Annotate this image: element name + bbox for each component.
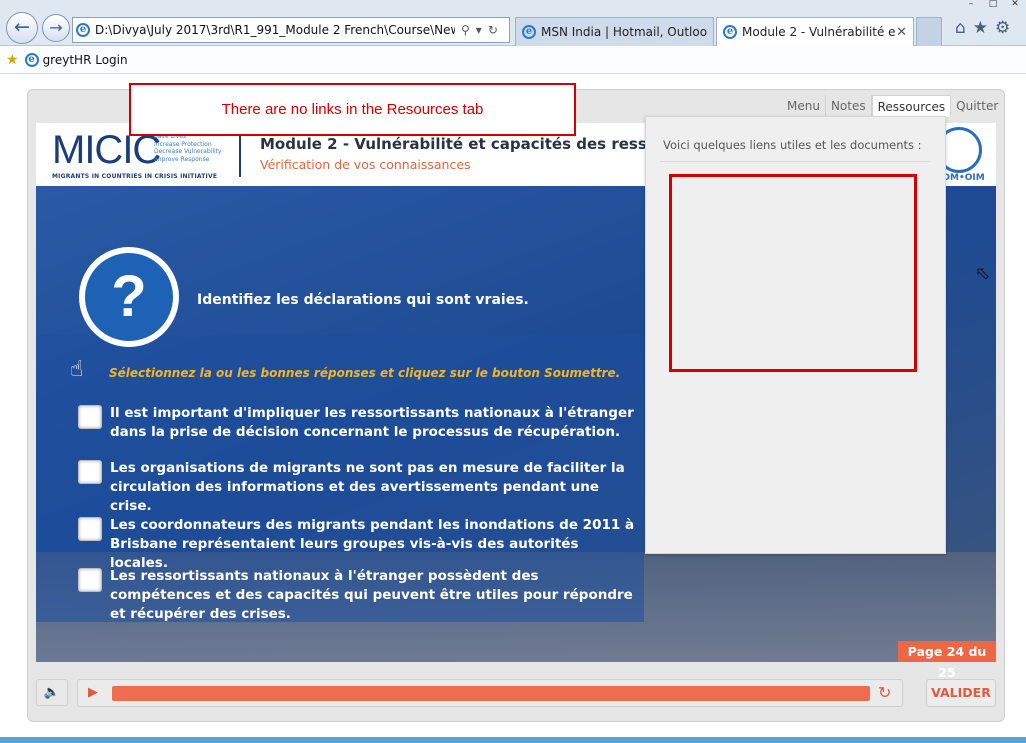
replay-icon[interactable]: ↻ [878, 683, 891, 702]
empty-links-highlight [669, 174, 917, 372]
divider [660, 161, 930, 162]
ie-icon: e [24, 53, 39, 67]
volume-button[interactable]: 🔈 [36, 679, 68, 706]
resources-panel: Voici quelques liens utiles et les docum… [645, 116, 946, 554]
answer-text[interactable]: Les organisations de migrants ne sont pa… [110, 459, 638, 516]
annotation-callout: There are no links in the Resources tab [129, 83, 576, 136]
gear-icon[interactable]: ⚙ [995, 18, 1010, 38]
address-text[interactable]: D:\Divya\July 2017\3rd\R1_991_Module 2 F… [95, 23, 455, 37]
new-tab-button[interactable] [916, 17, 942, 46]
address-bar[interactable]: e D:\Divya\July 2017\3rd\R1_991_Module 2… [72, 17, 510, 43]
tab-label: Module 2 - Vulnérabilité et ... [742, 25, 896, 39]
tab-menu[interactable]: Menu [782, 95, 826, 117]
home-icon[interactable]: ⌂ [955, 18, 966, 38]
dropdown-icon[interactable]: ▾ [476, 23, 482, 37]
playback-bar: ▶ ↻ [77, 679, 903, 707]
module-subtitle: Vérification de vos connaissances [260, 157, 471, 172]
tab-quitter[interactable]: Quitter [951, 95, 1003, 117]
resources-intro: Voici quelques liens utiles et les docum… [663, 138, 922, 152]
browser-toolbar: ⌂ ★ ⚙ [955, 18, 1010, 38]
close-tab-icon[interactable]: ✕ [896, 25, 907, 40]
micic-logo: MICIC Save Lives Increase Protection Dec… [52, 130, 232, 180]
back-button[interactable]: ← [6, 12, 38, 44]
window-controls: – □ ✕ [960, 0, 1026, 10]
tab-label: MSN India | Hotmail, Outlook, ... [541, 25, 707, 39]
answer-checkbox[interactable] [78, 405, 102, 429]
logo-tag: Decrease Vulnerability [154, 148, 222, 155]
instruction-text: Sélectionnez la ou les bonnes réponses e… [109, 366, 621, 380]
ie-icon: e [723, 25, 737, 39]
progress-fill [112, 686, 870, 701]
speaker-icon: 🔈 [43, 685, 61, 700]
player-tabs: Menu Notes Ressources Quitter [782, 95, 1003, 117]
search-icon[interactable]: ⚲ [461, 23, 470, 37]
forward-button[interactable]: → [42, 14, 70, 42]
valider-button[interactable]: VALIDER [926, 679, 996, 707]
back-arrow-icon: ← [14, 16, 30, 38]
question-text: Identifiez les déclarations qui sont vra… [197, 292, 529, 308]
forward-arrow-icon: → [49, 18, 63, 37]
logo-tag: Increase Protection [154, 140, 212, 148]
answer-checkbox[interactable] [78, 460, 102, 484]
answer-option[interactable]: Il est important d'impliquer les ressort… [78, 404, 638, 442]
favorites-star-icon[interactable]: ★ [6, 52, 19, 68]
page-icon: e [76, 23, 90, 37]
minimize-icon[interactable]: – [960, 0, 982, 10]
question-mark-icon: ? [79, 247, 179, 347]
play-icon[interactable]: ▶ [88, 685, 98, 700]
ie-icon: e [522, 25, 536, 39]
tab-notes[interactable]: Notes [826, 95, 872, 117]
pointer-hand-icon: ☝ [70, 357, 84, 382]
favorite-label: greytHR Login [42, 53, 128, 67]
answer-checkbox[interactable] [78, 517, 102, 541]
question-mark-inner: ? [85, 253, 173, 341]
tab-msn[interactable]: e MSN India | Hotmail, Outlook, ... [515, 17, 714, 46]
answer-option[interactable]: Les coordonnateurs des migrants pendant … [78, 516, 638, 573]
favorites-bar: ★ e greytHR Login [0, 47, 1026, 74]
answer-text[interactable]: Les ressortissants nationaux à l'étrange… [110, 567, 638, 624]
logo-subtitle: MIGRANTS IN COUNTRIES IN CRISIS INITIATI… [52, 173, 218, 180]
answer-option[interactable]: Les ressortissants nationaux à l'étrange… [78, 567, 638, 624]
answer-option[interactable]: Les organisations de migrants ne sont pa… [78, 459, 638, 516]
refresh-icon[interactable]: ↻ [488, 23, 498, 37]
answer-text[interactable]: Les coordonnateurs des migrants pendant … [110, 516, 638, 573]
star-icon[interactable]: ★ [973, 18, 988, 38]
page-indicator: Page 24 du 25 [898, 641, 996, 680]
tab-module[interactable]: e Module 2 - Vulnérabilité et ... ✕ [716, 17, 914, 46]
progress-bar[interactable] [112, 686, 870, 701]
answer-checkbox[interactable] [78, 568, 102, 592]
maximize-icon[interactable]: □ [982, 0, 1004, 10]
logo-tag: Improve Response [154, 155, 210, 163]
favorite-link[interactable]: e greytHR Login [24, 53, 128, 67]
header-divider [239, 131, 241, 177]
close-window-icon[interactable]: ✕ [1004, 0, 1026, 10]
mouse-cursor-icon: ⬁ [975, 263, 991, 284]
answer-text[interactable]: Il est important d'impliquer les ressort… [110, 404, 638, 442]
browser-titlebar: ← → e D:\Divya\July 2017\3rd\R1_991_Modu… [0, 0, 1026, 46]
logo-tags: Save Lives Increase Protection Decrease … [154, 133, 222, 163]
taskbar-strip [0, 737, 1026, 743]
tab-ressources[interactable]: Ressources [871, 95, 952, 117]
